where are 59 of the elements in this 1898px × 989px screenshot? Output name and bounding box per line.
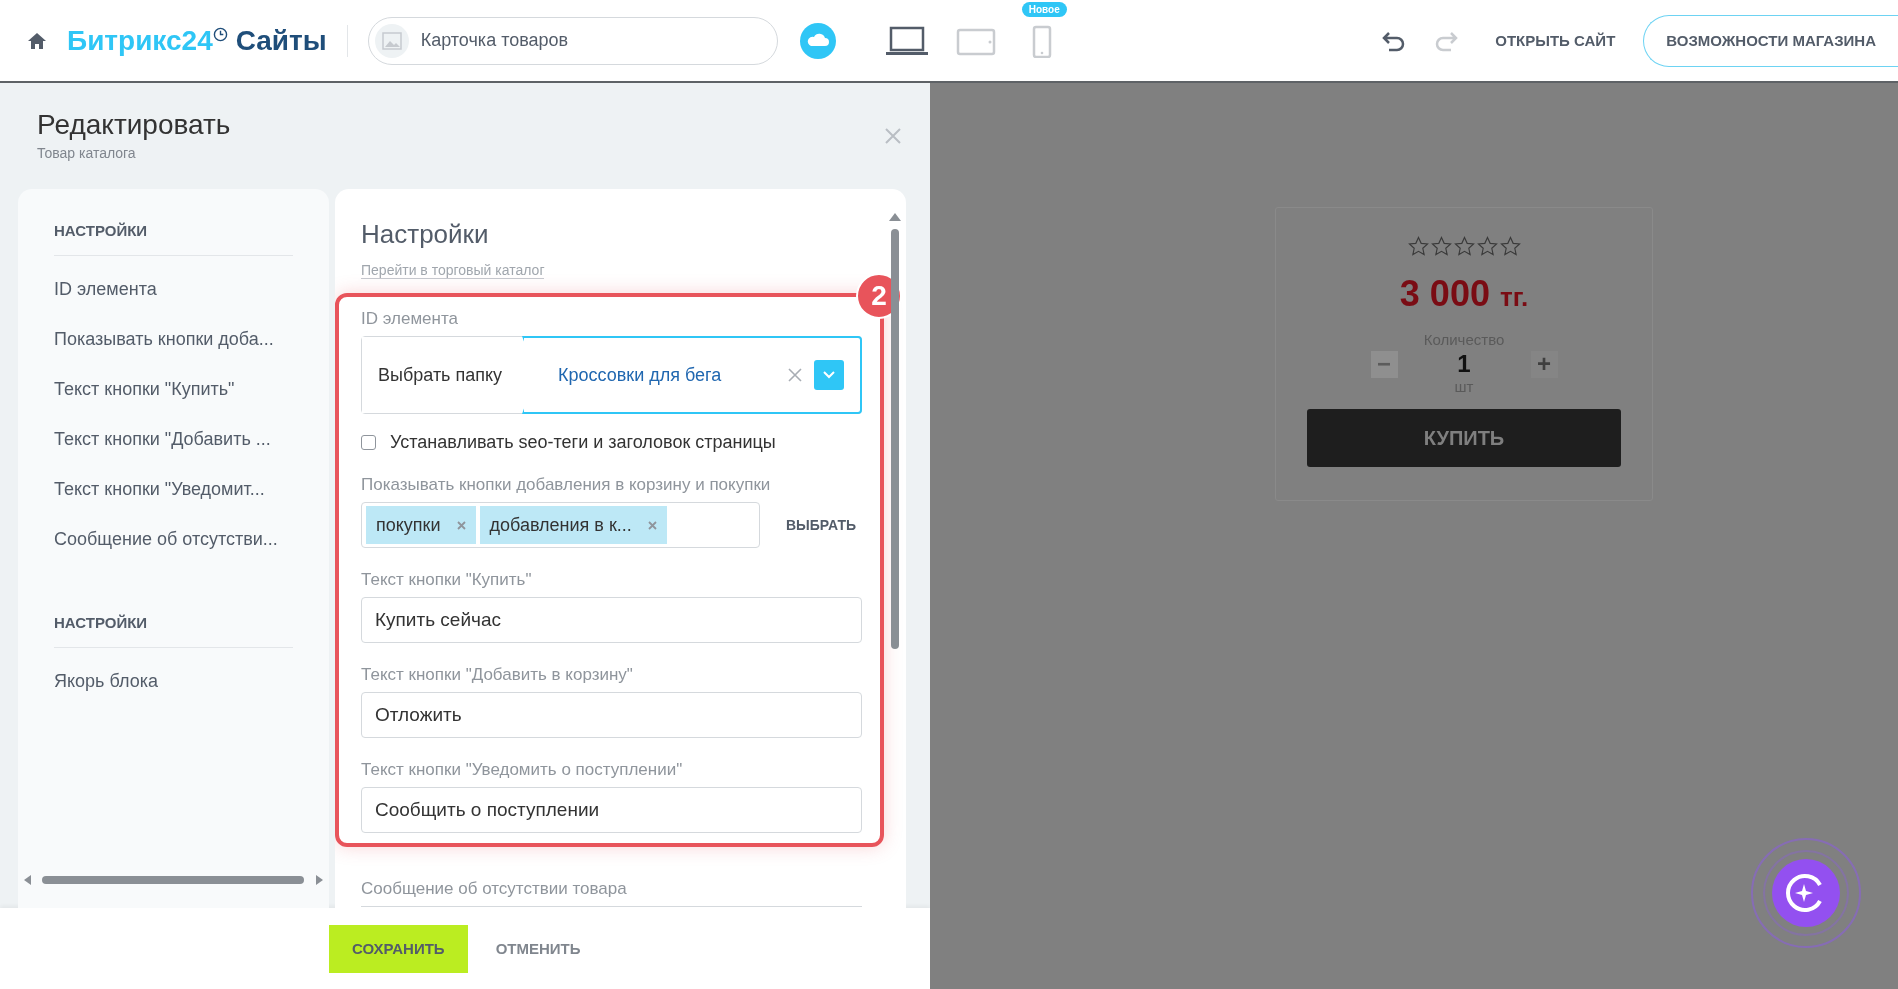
horizontal-scrollbar[interactable] — [24, 874, 323, 886]
new-badge: Новое — [1021, 1, 1067, 17]
page-name: Карточка товаров — [420, 30, 569, 51]
checkbox-label: Устанавливать seo-теги и заголовок страницы — [390, 432, 776, 453]
sidebar-item[interactable]: Текст кнопки "Уведомит... — [54, 464, 293, 514]
sidebar-heading: НАСТРОЙКИ — [54, 222, 293, 256]
clock-icon — [212, 26, 228, 42]
text-input[interactable]: Купить сейчас — [361, 597, 862, 643]
sidebar-item[interactable]: Текст кнопки "Купить" — [54, 364, 293, 414]
close-icon[interactable] — [884, 127, 902, 145]
chevron-down-icon — [822, 370, 836, 380]
logo[interactable]: Битрикс24 Сайты — [67, 24, 348, 57]
assistant-icon[interactable] — [1750, 837, 1862, 949]
buy-button[interactable]: КУПИТЬ — [1307, 409, 1621, 467]
clear-icon[interactable] — [788, 368, 802, 382]
field-label: Текст кнопки "Уведомить о поступлении" — [361, 760, 684, 780]
open-site-link[interactable]: ОТКРЫТЬ САЙТ — [1489, 31, 1622, 50]
element-picker[interactable]: Выбрать папку Кроссовки для бега — [361, 336, 862, 414]
field-label: Показывать кнопки добавления в корзину и покупки — [361, 475, 772, 495]
save-button[interactable]: СОХРАНИТЬ — [329, 924, 468, 973]
star-icon[interactable] — [1407, 236, 1429, 257]
sidebar-item[interactable]: Показывать кнопки доба... — [54, 314, 293, 364]
quantity-value: 1 — [1456, 350, 1472, 378]
choose-button[interactable]: ВЫБРАТЬ — [780, 516, 862, 534]
field-label: Текст кнопки "Купить" — [361, 570, 533, 590]
product-price: 3 000 тг. — [1399, 273, 1529, 315]
remove-icon[interactable] — [647, 520, 657, 530]
star-icon[interactable] — [1476, 236, 1498, 257]
text-input[interactable]: Сообщить о поступлении — [361, 787, 862, 833]
selected-element-field[interactable]: Кроссовки для бега — [522, 336, 862, 414]
cancel-button[interactable]: ОТМЕНИТЬ — [489, 939, 587, 958]
star-icon[interactable] — [1430, 236, 1452, 257]
remove-icon[interactable] — [456, 520, 466, 530]
field-label: ID элемента — [361, 309, 459, 329]
section-title: Настройки — [361, 219, 490, 250]
cloud-icon[interactable] — [799, 22, 836, 59]
field-label: Текст кнопки "Добавить в корзину" — [361, 665, 634, 685]
sidebar-item[interactable]: Якорь блока — [54, 656, 293, 706]
star-icon[interactable] — [1453, 236, 1475, 257]
tag-text: добавления в к... — [489, 514, 632, 536]
dropdown-button[interactable] — [814, 360, 844, 390]
text-input[interactable]: Отложить — [361, 692, 862, 738]
tag-field[interactable]: покупки добавления в к... — [361, 502, 760, 548]
panel-title: Редактировать — [37, 109, 231, 141]
tag-text: покупки — [376, 514, 441, 536]
panel-subtitle: Товар каталога — [37, 145, 137, 161]
image-icon — [381, 31, 402, 50]
field-label: Сообщение об отсутствии товара — [361, 879, 628, 899]
star-icon[interactable] — [1499, 236, 1521, 257]
sidebar-item[interactable]: Сообщение об отсутстви... — [54, 514, 293, 564]
store-features-button[interactable]: ВОЗМОЖНОСТИ МАГАЗИНА — [1643, 14, 1898, 67]
logo-product-text: Сайты — [235, 24, 327, 57]
checkbox[interactable] — [361, 435, 376, 450]
sidebar-item[interactable]: ID элемента — [54, 264, 293, 314]
home-icon[interactable] — [27, 30, 47, 51]
sidebar-item[interactable]: Текст кнопки "Добавить ... — [54, 414, 293, 464]
selected-element-value: Кроссовки для бега — [558, 364, 723, 386]
logo-brand-text: Битрикс24 — [67, 24, 213, 57]
sidebar-heading: НАСТРОЙКИ — [54, 614, 293, 648]
